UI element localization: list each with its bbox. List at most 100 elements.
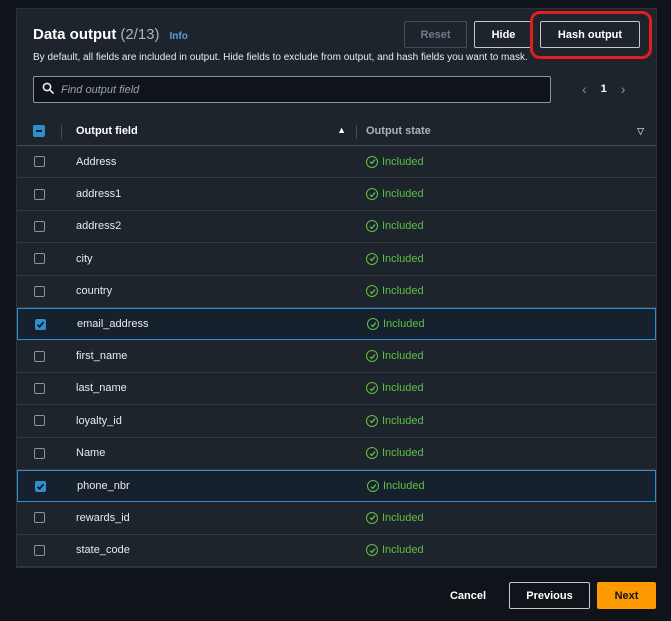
row-checkbox[interactable] [33,188,45,200]
output-field-name: address2 [76,220,122,233]
check-circle-icon [366,155,378,168]
check-circle-icon [367,318,379,331]
panel-title: Data output [33,26,117,43]
sort-ascending-icon[interactable]: ▲ [337,125,346,135]
output-state: Included [356,155,424,168]
output-state-label: Included [382,155,424,168]
output-state: Included [357,318,425,331]
output-state: Included [356,382,424,395]
check-circle-icon [366,285,378,298]
output-state: Included [356,511,424,524]
row-checkbox[interactable] [33,382,45,394]
check-circle-icon [366,544,378,557]
pagination: ‹ 1 › [582,82,625,96]
output-state-label: Included [383,318,425,331]
column-header-field-label: Output field [76,125,138,137]
select-all-cell [17,125,61,137]
output-state-label: Included [382,350,424,363]
table-row[interactable]: loyalty_id Included [17,405,656,438]
output-state: Included [357,480,425,493]
output-field-name: email_address [77,318,149,331]
output-state: Included [356,220,424,233]
search-box[interactable] [33,76,551,103]
row-checkbox[interactable] [33,156,45,168]
output-state-label: Included [382,544,424,557]
row-checkbox-cell [17,512,61,524]
table-row[interactable]: state_code Included [17,535,656,568]
table-row[interactable]: rewards_id Included [17,502,656,535]
table-row[interactable]: first_name Included [17,340,656,373]
check-circle-icon [366,414,378,427]
row-checkbox-cell [17,350,61,362]
output-field-name: loyalty_id [76,414,122,427]
check-circle-icon [366,350,378,363]
output-field-name: Name [76,447,106,460]
output-state: Included [356,414,424,427]
hide-button[interactable]: Hide [474,21,533,48]
previous-button[interactable]: Previous [509,582,590,609]
output-state: Included [356,285,424,298]
row-checkbox[interactable] [34,318,46,330]
output-state-label: Included [382,220,424,233]
previous-page-icon[interactable]: ‹ [582,82,587,96]
panel-header: Data output (2/13) Info [33,26,188,43]
row-checkbox[interactable] [34,480,46,492]
highlight-annotation [530,11,652,59]
output-field-name: phone_nbr [77,480,130,493]
check-circle-icon [366,511,378,524]
output-field-name: last_name [76,382,127,395]
output-field-name: first_name [76,350,128,363]
info-link[interactable]: Info [170,31,188,42]
table-row[interactable]: city Included [17,243,656,276]
table-row[interactable]: last_name Included [17,373,656,406]
cancel-button[interactable]: Cancel [444,582,492,609]
table-row[interactable]: phone_nbr Included [17,469,656,503]
output-state-label: Included [383,480,425,493]
row-checkbox-cell [17,156,61,168]
output-state: Included [356,252,424,265]
reset-button[interactable]: Reset [404,21,467,48]
output-field-name: address1 [76,188,122,201]
output-field-name: rewards_id [76,511,130,524]
data-output-panel: Data output (2/13) Info By default, all … [16,8,657,568]
table-row[interactable]: address1 Included [17,178,656,211]
output-state: Included [356,350,424,363]
row-checkbox[interactable] [33,253,45,265]
row-checkbox[interactable] [33,285,45,297]
row-checkbox[interactable] [33,415,45,427]
sort-icon[interactable]: ▽ [637,126,644,137]
select-all-checkbox[interactable] [33,125,45,137]
output-field-name: city [76,252,93,265]
row-checkbox-cell [17,447,61,459]
next-page-icon[interactable]: › [621,82,626,96]
output-state-label: Included [382,252,424,265]
column-header-output-field[interactable]: Output field ▲ [61,125,356,137]
row-checkbox[interactable] [33,350,45,362]
table-row[interactable]: country Included [17,276,656,308]
table-row[interactable]: Name Included [17,438,656,470]
output-state-label: Included [382,414,424,427]
column-header-state-label: Output state [366,125,431,137]
row-checkbox[interactable] [33,512,45,524]
check-circle-icon [366,447,378,460]
row-checkbox-cell [17,285,61,297]
row-checkbox[interactable] [33,544,45,556]
check-circle-icon [366,220,378,233]
column-header-output-state[interactable]: Output state [356,125,431,137]
column-divider [356,125,357,139]
output-state-label: Included [382,188,424,201]
table-row[interactable]: address2 Included [17,211,656,244]
row-checkbox[interactable] [33,447,45,459]
output-state-label: Included [382,447,424,460]
next-button[interactable]: Next [597,582,656,609]
output-state-label: Included [382,285,424,298]
table-row[interactable]: Address Included [17,146,656,179]
row-checkbox[interactable] [33,220,45,232]
current-page[interactable]: 1 [601,83,607,95]
output-field-name: country [76,285,113,298]
search-input[interactable] [61,83,501,96]
row-checkbox-cell [17,188,61,200]
page: Data output (2/13) Info By default, all … [0,0,671,621]
table-row[interactable]: email_address Included [17,307,656,341]
row-checkbox-cell [18,480,62,492]
